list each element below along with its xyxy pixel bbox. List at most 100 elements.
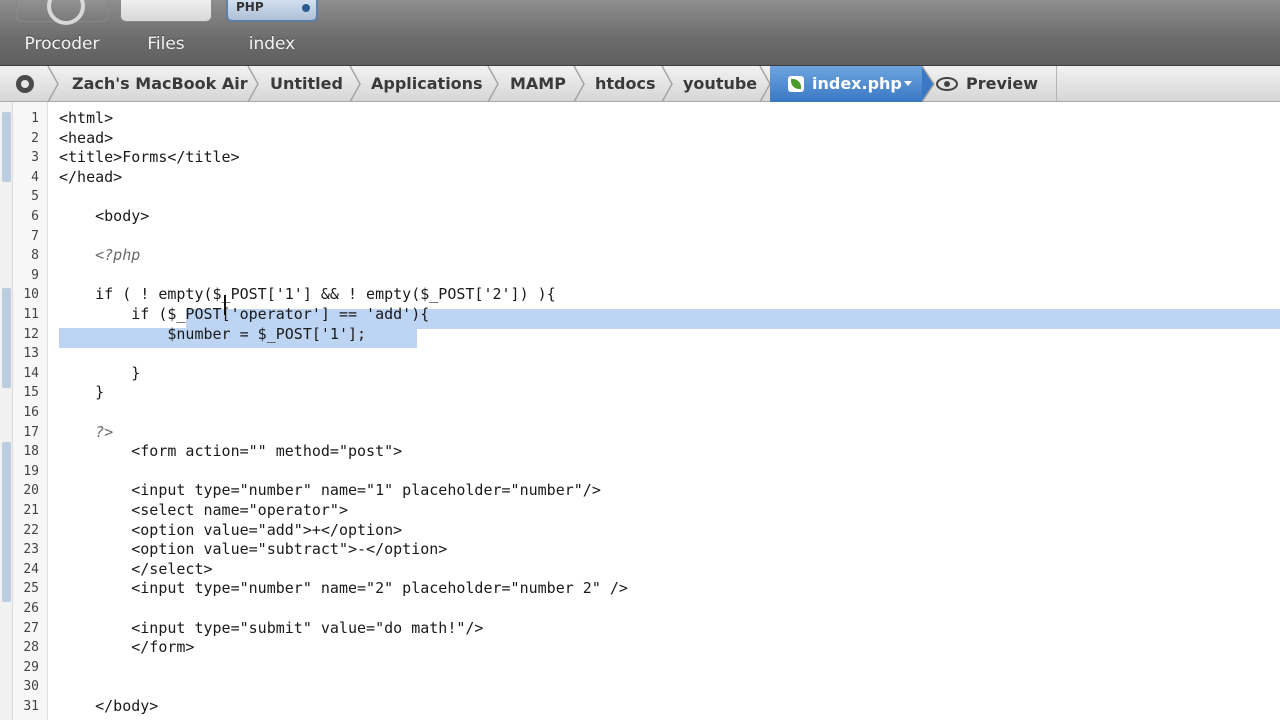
code-line[interactable]: 5 (0, 187, 1280, 207)
close-tab-icon[interactable] (302, 4, 310, 12)
path-breadcrumb: Zach's MacBook Air Untitled Applications… (0, 66, 1280, 102)
code-line[interactable]: 26 (0, 599, 1280, 619)
settings-gear-icon[interactable] (14, 74, 36, 94)
crumb-untitled[interactable]: Untitled (270, 66, 343, 102)
code-text: <input type="submit" value="do math!"/> (59, 618, 484, 637)
files-icon (120, 0, 212, 22)
line-number: 14 (23, 365, 39, 381)
code-line[interactable]: 3 <title>Forms</title> (0, 148, 1280, 168)
code-text: <?php (59, 246, 141, 265)
procoder-tab[interactable]: Procoder (10, 0, 114, 66)
crumb-applications[interactable]: Applications (371, 66, 483, 102)
code-text: <input type="number" name="2" placeholde… (59, 579, 628, 598)
code-text: <head> (59, 128, 114, 147)
active-file-label: index.php (812, 74, 902, 93)
line-number: 20 (23, 483, 39, 499)
code-line[interactable]: 13 (0, 344, 1280, 364)
code-text: </body> (59, 697, 159, 715)
line-number: 28 (23, 640, 39, 656)
line-number: 10 (23, 287, 39, 303)
line-number: 12 (23, 326, 39, 342)
chevron-down-icon[interactable] (904, 81, 912, 86)
line-number: 13 (23, 346, 39, 362)
crumb-mamp[interactable]: MAMP (510, 66, 566, 102)
files-tab[interactable]: Files (118, 0, 214, 66)
code-line[interactable]: 28 </form> (0, 638, 1280, 658)
breadcrumb-separator-icon (46, 66, 60, 102)
code-text: <option value="subtract">-</option> (59, 540, 448, 559)
breadcrumb-separator-icon (486, 66, 500, 102)
line-number: 27 (23, 620, 39, 636)
line-number: 7 (31, 228, 39, 244)
code-text: <title>Forms</title> (59, 148, 240, 167)
code-line[interactable]: 29 (0, 658, 1280, 678)
code-text: <select name="operator"> (59, 501, 348, 519)
line-number: 8 (31, 248, 39, 264)
line-number: 3 (31, 150, 39, 166)
code-text: ?> (59, 422, 114, 441)
code-line[interactable]: 22 <option value="add">+</option> (0, 521, 1280, 541)
code-text: <form action="" method="post"> (59, 442, 403, 461)
crumb-computer[interactable]: Zach's MacBook Air (72, 66, 248, 102)
breadcrumb-separator-icon (246, 66, 260, 102)
line-number: 17 (23, 424, 39, 440)
code-text: <body> (59, 207, 150, 225)
line-number: 4 (31, 169, 39, 185)
php-file-icon: PHP (226, 0, 318, 22)
code-text: if ($_POST['operator'] == 'add'){ (59, 305, 430, 323)
code-line[interactable]: 6 <body> (0, 207, 1280, 227)
code-line[interactable]: 30 (0, 677, 1280, 697)
code-line[interactable]: 16 (0, 403, 1280, 423)
code-line[interactable]: 25 <input type="number" name="2" placeho… (0, 579, 1280, 599)
line-number: 31 (23, 699, 39, 714)
code-line[interactable]: 2 <head> (0, 129, 1280, 149)
code-line[interactable]: 8 <?php (0, 246, 1280, 266)
code-line[interactable]: 17 ?> (0, 423, 1280, 443)
line-number: 22 (23, 522, 39, 538)
code-text: <option value="add">+</option> (59, 520, 403, 539)
code-line[interactable]: 23 <option value="subtract">-</option> (0, 540, 1280, 560)
text-cursor-icon (224, 295, 226, 315)
code-line[interactable]: 21 <select name="operator"> (0, 501, 1280, 521)
preview-button[interactable]: Preview (966, 66, 1038, 102)
code-line[interactable]: 7 (0, 227, 1280, 247)
line-number: 11 (23, 307, 39, 322)
code-line[interactable]: 27 <input type="submit" value="do math!"… (0, 619, 1280, 639)
line-number: 1 (31, 111, 39, 126)
app-toolbar: Procoder Files PHP index (0, 0, 1280, 66)
index-file-tab[interactable]: PHP index (222, 0, 322, 66)
crumb-htdocs[interactable]: htdocs (595, 66, 656, 102)
crumb-active-file[interactable]: index.php (770, 66, 922, 102)
code-line[interactable]: 9 (0, 266, 1280, 286)
code-line[interactable]: 31 </body> (0, 697, 1280, 717)
code-line[interactable]: 12 $number = $_POST['1']; (0, 325, 1280, 345)
line-number: 25 (23, 581, 39, 597)
line-number: 18 (23, 444, 39, 460)
code-line[interactable]: 11 if ($_POST['operator'] == 'add'){ (0, 305, 1280, 325)
line-number: 24 (23, 561, 39, 577)
code-text: </form> (59, 638, 195, 657)
breadcrumb-separator-icon (922, 66, 936, 102)
code-line[interactable]: 10 if ( ! empty($_POST['1'] && ! empty($… (0, 285, 1280, 305)
breadcrumb-separator-icon (348, 66, 362, 102)
code-editor[interactable]: 1 <html> 2 <head> 3 <title>Forms</title> 4 </he… (0, 102, 1280, 720)
crumb-youtube[interactable]: youtube (683, 66, 757, 102)
line-number: 30 (23, 679, 39, 695)
line-number: 26 (23, 601, 39, 616)
code-line[interactable]: 14 } (0, 364, 1280, 384)
code-line[interactable]: 24 </select> (0, 560, 1280, 580)
code-line[interactable]: 18 <form action="" method="post"> (0, 442, 1280, 462)
code-line[interactable]: 1 <html> (0, 109, 1280, 129)
line-number: 19 (23, 463, 39, 479)
code-line[interactable]: 15 } (0, 383, 1280, 403)
code-line[interactable]: 19 (0, 462, 1280, 482)
code-text: </select> (59, 559, 213, 578)
pathbar-divider (1056, 66, 1057, 102)
breadcrumb-separator-icon (572, 66, 586, 102)
php-leaf-icon (788, 76, 804, 92)
code-line[interactable]: 4 </head> (0, 168, 1280, 188)
line-number: 29 (23, 659, 39, 675)
code-line[interactable]: 20 <input type="number" name="1" placeho… (0, 481, 1280, 501)
code-text: <html> (59, 109, 114, 127)
line-number: 5 (31, 189, 39, 205)
